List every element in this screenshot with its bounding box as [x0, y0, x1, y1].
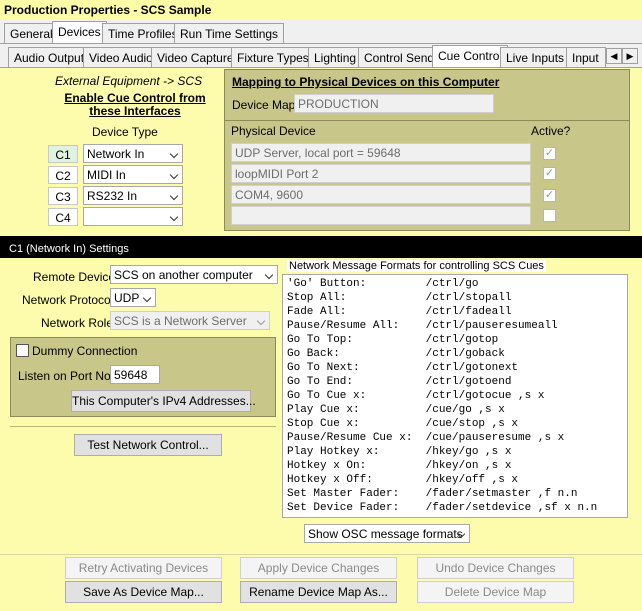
message-line: Go To End: /ctrl/gotoend [287, 376, 512, 388]
device-map-field[interactable]: PRODUCTION [294, 94, 494, 113]
save-as-device-map-button[interactable]: Save As Device Map... [65, 581, 222, 603]
tab-run-time-settings[interactable]: Run Time Settings [174, 23, 285, 43]
device-type-select-c3[interactable]: RS232 In [83, 186, 183, 205]
listen-port-input[interactable]: 59648 [110, 365, 160, 384]
tab-video-capture[interactable]: Video Capture [151, 47, 240, 67]
remote-device-label: Remote Device [33, 270, 116, 284]
enable-title-line2: these Interfaces [89, 104, 181, 118]
enable-cue-control-title: Enable Cue Control from these Interfaces [40, 92, 230, 118]
device-code-c1: C1 [48, 145, 78, 163]
device-code-c3: C3 [48, 187, 78, 205]
message-line: Set Device Fader: /fader/setdevice ,sf x… [287, 502, 598, 514]
message-line: Set Master Fader: /fader/setmaster ,f n.… [287, 488, 578, 500]
active-checkbox-1[interactable]: ✓ [543, 147, 556, 160]
physical-device-field-1[interactable]: UDP Server, local port = 59648 [231, 143, 531, 162]
tab-cue-control[interactable]: Cue Control [432, 45, 509, 67]
network-protocol-select[interactable]: UDP [110, 288, 156, 307]
tab-live-inputs[interactable]: Live Inputs [500, 47, 571, 67]
listen-port-label: Listen on Port No. [18, 369, 115, 383]
ipv4-addresses-button[interactable]: This Computer's IPv4 Addresses... [71, 390, 256, 412]
message-format-select[interactable]: Show OSC message formats [304, 524, 470, 543]
tab-fixture-types[interactable]: Fixture Types [231, 47, 315, 67]
physical-device-header: Physical Device [231, 124, 316, 138]
dummy-connection-label: Dummy Connection [32, 344, 138, 358]
device-type-select-c2[interactable]: MIDI In [83, 165, 183, 184]
physical-device-field-4[interactable] [231, 206, 531, 225]
network-protocol-label: Network Protocol [22, 293, 114, 307]
settings-header: C1 (Network In) Settings [0, 242, 642, 258]
message-line: Go To Cue x: /ctrl/gotocue ,s x [287, 390, 545, 402]
active-checkbox-4[interactable] [543, 209, 556, 222]
rename-device-map-button[interactable]: Rename Device Map As... [240, 581, 397, 603]
network-role-label: Network Role [41, 316, 114, 330]
retry-activating-devices-button[interactable]: Retry Activating Devices [65, 557, 222, 579]
physical-device-field-2[interactable]: loopMIDI Port 2 [231, 164, 531, 183]
message-line: Fade All: /ctrl/fadeall [287, 306, 512, 318]
message-line: 'Go' Button: /ctrl/go [287, 278, 479, 290]
device-code-c2: C2 [48, 166, 78, 184]
message-line: Play Hotkey x: /hkey/go ,s x [287, 446, 512, 458]
active-checkbox-3[interactable]: ✓ [543, 189, 556, 202]
device-map-label: Device Map [232, 98, 296, 112]
sub-tab-strip: Audio Output Video Audio Video Capture F… [0, 44, 642, 68]
physical-device-field-3[interactable]: COM4, 9600 [231, 185, 531, 204]
message-line: Hotkey x On: /hkey/on ,s x [287, 460, 512, 472]
device-type-header: Device Type [92, 125, 158, 139]
message-formats-title: Network Message Formats for controlling … [287, 260, 546, 272]
tab-time-profiles[interactable]: Time Profiles [102, 23, 184, 43]
message-line: Go Back: /ctrl/goback [287, 348, 505, 360]
device-code-c4: C4 [48, 208, 78, 226]
delete-device-map-button[interactable]: Delete Device Map [417, 581, 574, 603]
tab-devices[interactable]: Devices [52, 21, 107, 43]
message-line: Go To Next: /ctrl/gotonext [287, 362, 519, 374]
message-line: Play Cue x: /cue/go ,s x [287, 404, 505, 416]
message-line: Pause/Resume Cue x: /cue/pauseresume ,s … [287, 432, 565, 444]
tab-scroll-left-button[interactable]: ◀ [606, 48, 622, 64]
active-header: Active? [531, 124, 571, 138]
message-line: Go To Top: /ctrl/gotop [287, 334, 499, 346]
device-type-select-c4[interactable] [83, 207, 183, 226]
remote-device-select[interactable]: SCS on another computer [110, 265, 278, 284]
undo-device-changes-button[interactable]: Undo Device Changes [417, 557, 574, 579]
message-line: Stop All: /ctrl/stopall [287, 292, 512, 304]
tab-input[interactable]: Input [566, 47, 606, 67]
message-line: Pause/Resume All: /ctrl/pauseresumeall [287, 320, 558, 332]
message-line: Hotkey x Off: /hkey/off ,s x [287, 474, 519, 486]
active-checkbox-2[interactable]: ✓ [543, 167, 556, 180]
message-line: Stop Cue x: /cue/stop ,s x [287, 418, 519, 430]
network-role-select[interactable]: SCS is a Network Server [110, 311, 270, 330]
tab-audio-output[interactable]: Audio Output [8, 47, 91, 67]
tab-scroll-right-button[interactable]: ▶ [622, 48, 638, 64]
mapping-title: Mapping to Physical Devices on this Comp… [232, 75, 500, 89]
tab-control-send[interactable]: Control Send [358, 47, 441, 67]
tab-lighting[interactable]: Lighting [308, 47, 363, 67]
apply-device-changes-button[interactable]: Apply Device Changes [240, 557, 397, 579]
external-equipment-label: External Equipment -> SCS [55, 74, 203, 88]
message-formats-list: 'Go' Button: /ctrl/go Stop All: /ctrl/st… [282, 274, 628, 518]
dummy-connection-checkbox[interactable] [16, 344, 29, 357]
test-network-control-button[interactable]: Test Network Control... [74, 434, 222, 456]
tab-video-audio[interactable]: Video Audio [83, 47, 159, 67]
tab-general[interactable]: General [4, 23, 59, 43]
window-title: Production Properties - SCS Sample [0, 0, 642, 20]
device-type-select-c1[interactable]: Network In [83, 144, 183, 163]
main-tab-strip: General Devices Time Profiles Run Time S… [0, 20, 642, 44]
settings-separator [10, 426, 276, 427]
